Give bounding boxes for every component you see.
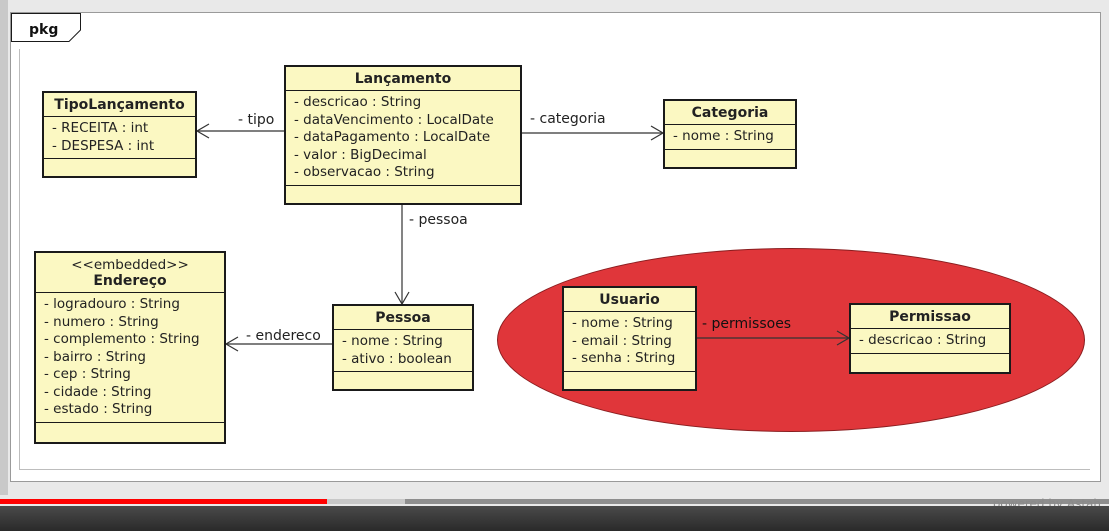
class-stereotype: <<embedded>> — [71, 257, 189, 273]
attribute: - email : String — [572, 332, 672, 349]
operation-compartment — [851, 354, 1009, 362]
class-name: Categoria — [665, 101, 795, 125]
attribute: - bairro : String — [44, 348, 147, 365]
attribute: - nome : String — [673, 128, 774, 144]
class-name: Lançamento — [286, 67, 520, 91]
attribute-list: - logradouro : String - numero : String … — [36, 293, 224, 423]
attribute-list: - nome : String - email : String - senha… — [564, 312, 695, 372]
class-pessoa[interactable]: Pessoa - nome : String - ativo : boolean — [332, 304, 474, 391]
class-lancamento[interactable]: Lançamento - descricao : String - dataVe… — [284, 65, 522, 205]
attribute-list: - descricao : String — [851, 329, 1009, 354]
class-name: Endereço — [93, 273, 167, 289]
class-tipo-lancamento[interactable]: TipoLançamento - RECEITA : int - DESPESA… — [42, 91, 197, 178]
attribute: - ativo : boolean — [342, 350, 452, 367]
attribute: - RECEITA : int — [52, 120, 149, 136]
attribute: - cep : String — [44, 366, 131, 382]
class-header: <<embedded>> Endereço — [36, 253, 224, 293]
video-progress-bar[interactable] — [0, 499, 1109, 504]
operation-compartment — [44, 159, 195, 167]
class-name: Permissao — [851, 305, 1009, 329]
attribute: - descricao : String — [859, 332, 987, 348]
attribute: - numero : String — [44, 313, 159, 330]
video-player-bottom — [0, 506, 1109, 531]
attribute: - valor : BigDecimal — [294, 146, 427, 163]
attribute-list: - nome : String - ativo : boolean — [334, 330, 472, 372]
label-tipo: - tipo — [238, 112, 275, 128]
attribute-list: - nome : String — [665, 125, 795, 150]
attribute-list: - RECEITA : int - DESPESA : int — [44, 117, 195, 159]
class-categoria[interactable]: Categoria - nome : String — [663, 99, 797, 169]
class-permissao[interactable]: Permissao - descricao : String — [849, 303, 1011, 374]
attribute: - descricao : String — [294, 94, 422, 110]
label-categoria: - categoria — [530, 111, 606, 127]
attribute: - DESPESA : int — [52, 137, 155, 154]
operation-compartment — [564, 372, 695, 380]
operation-compartment — [665, 150, 795, 158]
attribute-list: - descricao : String - dataVencimento : … — [286, 91, 520, 186]
class-usuario[interactable]: Usuario - nome : String - email : String… — [562, 286, 697, 391]
video-progress-buffered — [327, 499, 405, 504]
video-progress-played — [0, 499, 328, 504]
attribute: - cidade : String — [44, 383, 152, 400]
attribute: - dataVencimento : LocalDate — [294, 111, 494, 128]
attribute: - senha : String — [572, 350, 676, 366]
package-label: pkg — [29, 22, 59, 38]
class-name: Usuario — [564, 288, 695, 312]
left-edge-strip — [0, 0, 8, 495]
attribute: - nome : String — [342, 333, 443, 349]
label-permissoes: - permissoes — [702, 316, 792, 332]
attribute: - complemento : String — [44, 331, 200, 347]
operation-compartment — [286, 186, 520, 194]
attribute: - estado : String — [44, 401, 153, 417]
attribute: - nome : String — [572, 315, 673, 331]
class-name: TipoLançamento — [44, 93, 195, 117]
class-name: Pessoa — [334, 306, 472, 330]
operation-compartment — [36, 423, 224, 431]
attribute: - dataPagamento : LocalDate — [294, 129, 491, 145]
attribute: - logradouro : String — [44, 296, 180, 312]
class-endereco[interactable]: <<embedded>> Endereço - logradouro : Str… — [34, 251, 226, 444]
attribute: - observacao : String — [294, 164, 435, 180]
operation-compartment — [334, 372, 472, 380]
label-pessoa: - pessoa — [409, 212, 468, 228]
label-endereco: - endereco — [246, 328, 321, 344]
